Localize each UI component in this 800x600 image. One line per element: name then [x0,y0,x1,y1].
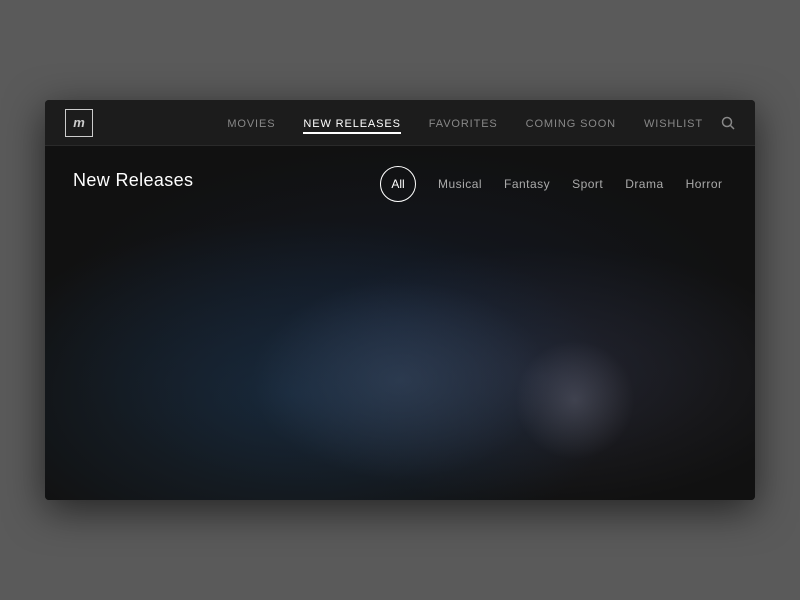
filter-drama[interactable]: Drama [625,177,663,191]
filter-bar: All Musical Fantasy Sport Drama Horror [380,166,722,202]
search-button[interactable] [721,116,735,130]
filter-fantasy[interactable]: Fantasy [504,177,550,191]
nav-item-coming-soon[interactable]: COMING SOON [526,114,616,132]
logo[interactable]: m [65,109,93,137]
search-icon [721,116,735,130]
page-title: New Releases [73,170,193,191]
nav-item-favorites[interactable]: FAVORITES [429,114,498,132]
filter-musical[interactable]: Musical [438,177,482,191]
filter-horror[interactable]: Horror [686,177,723,191]
app-window: m MOVIES NEW RELEASES FAVORITES COMING SOON… [45,100,755,500]
filter-all[interactable]: All [380,166,416,202]
nav-item-new-releases[interactable]: NEW RELEASES [303,114,400,132]
nav-link-new-releases[interactable]: NEW RELEASES [303,118,400,134]
filter-sport[interactable]: Sport [572,177,603,191]
nav-link-wishlist[interactable]: WISHLIST [644,118,703,130]
nav-link-coming-soon[interactable]: COMING SOON [526,118,616,130]
nav-link-favorites[interactable]: FAVORITES [429,118,498,130]
logo-label: m [73,115,85,130]
nav-item-wishlist[interactable]: WISHLIST [644,114,703,132]
nav-item-movies[interactable]: MOVIES [227,114,275,132]
nav-links: MOVIES NEW RELEASES FAVORITES COMING SOON WI… [227,114,703,132]
nav-link-movies[interactable]: MOVIES [227,118,275,130]
content-area: New Releases All Musical Fantasy Sport Drama… [45,146,755,500]
navbar: m MOVIES NEW RELEASES FAVORITES COMING SOON… [45,100,755,146]
